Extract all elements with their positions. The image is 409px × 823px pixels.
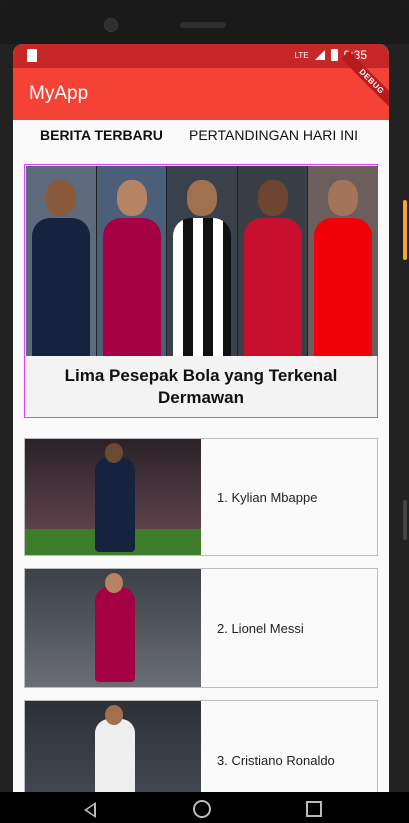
player-photo-salah [237, 166, 309, 356]
home-icon[interactable] [193, 800, 211, 818]
player-kit [95, 587, 135, 682]
list-item-label: 2. Lionel Messi [217, 620, 304, 636]
power-button [403, 500, 407, 540]
tab-bar: BERITA TERBARU PERTANDINGAN HARI INI [13, 120, 389, 152]
player-kit [243, 218, 302, 356]
list-item-label: 1. Kylian Mbappe [217, 489, 318, 505]
player-photo-messi [96, 166, 168, 356]
player-kit [95, 719, 135, 792]
player-kit [95, 457, 135, 552]
sd-card-icon [27, 49, 37, 62]
player-photo-ozil [308, 166, 378, 356]
network-type: LTE [294, 50, 309, 60]
list-item-label: 3. Cristiano Ronaldo [217, 752, 335, 768]
player-photo-ronaldo [167, 166, 238, 356]
list-item[interactable]: 2. Lionel Messi [24, 568, 378, 688]
earpiece-speaker [180, 22, 226, 28]
tab-pertandingan-hari-ini[interactable]: PERTANDINGAN HARI INI [189, 127, 358, 143]
status-bar: LTE 9:35 [13, 44, 389, 68]
player-thumbnail [25, 701, 201, 792]
phone-bezel [0, 0, 409, 44]
signal-icon [314, 50, 325, 60]
player-photo-mbappe [26, 166, 97, 356]
app-screen: LTE 9:35 MyApp DEBUG BERITA TERBARU PERT… [13, 44, 389, 792]
featured-title: Lima Pesepak Bola yang Terkenal Dermawan [64, 366, 338, 407]
featured-image [26, 166, 378, 356]
featured-news-card[interactable]: Lima Pesepak Bola yang Terkenal Dermawan [24, 164, 378, 418]
player-kit [32, 218, 90, 356]
system-nav-bar [0, 792, 409, 823]
back-icon[interactable] [84, 802, 96, 818]
phone-frame: LTE 9:35 MyApp DEBUG BERITA TERBARU PERT… [0, 0, 409, 823]
player-thumbnail [25, 439, 201, 555]
front-camera [104, 18, 118, 32]
player-kit [173, 218, 232, 356]
recent-apps-icon[interactable] [306, 801, 322, 817]
app-bar: MyApp DEBUG [13, 50, 389, 120]
list-item[interactable]: 1. Kylian Mbappe [24, 438, 378, 556]
volume-button [403, 200, 407, 260]
player-kit [102, 218, 161, 356]
tab-berita-terbaru[interactable]: BERITA TERBARU [40, 127, 163, 143]
player-thumbnail [25, 569, 201, 687]
app-title: MyApp [29, 83, 89, 104]
list-item[interactable]: 3. Cristiano Ronaldo [24, 700, 378, 792]
player-kit [314, 218, 373, 356]
battery-icon [330, 49, 338, 61]
